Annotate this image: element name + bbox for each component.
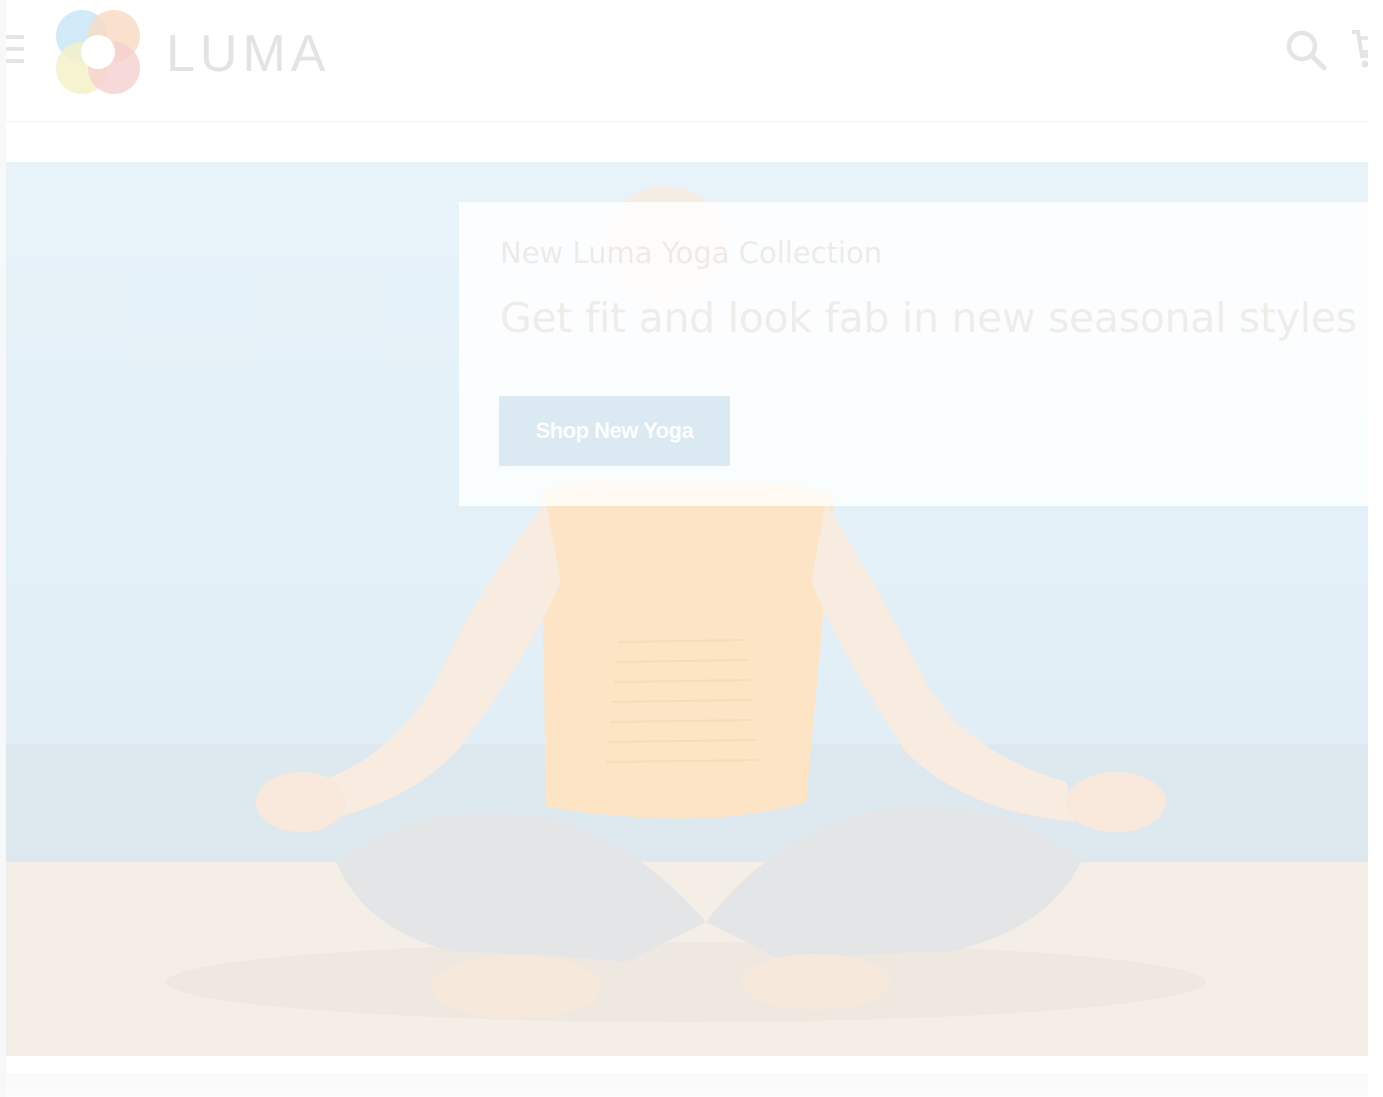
luma-logo-link[interactable]: LUMA — [54, 8, 354, 96]
site-header: LUMA — [6, 0, 1380, 122]
page: LUMA New Luma Yoga Collection Get fit an… — [0, 0, 1383, 1097]
search-icon[interactable] — [1284, 28, 1328, 72]
menu-bar — [6, 35, 24, 39]
right-edge-strip — [1368, 0, 1383, 1097]
menu-bar — [6, 59, 24, 63]
hero-promo-panel: New Luma Yoga Collection Get fit and loo… — [459, 202, 1368, 506]
below-hero-strip — [6, 1074, 1368, 1097]
logo-wordmark: LUMA — [166, 25, 331, 83]
luma-logo-icon — [54, 8, 142, 96]
hero-banner: New Luma Yoga Collection Get fit and loo… — [6, 162, 1368, 1056]
hero-kicker: New Luma Yoga Collection — [500, 236, 883, 270]
hero-headline: Get fit and look fab in new seasonal sty… — [500, 294, 1357, 342]
menu-bar — [6, 47, 24, 51]
shop-new-yoga-button[interactable]: Shop New Yoga — [499, 396, 730, 466]
hamburger-menu-icon[interactable] — [6, 32, 26, 70]
